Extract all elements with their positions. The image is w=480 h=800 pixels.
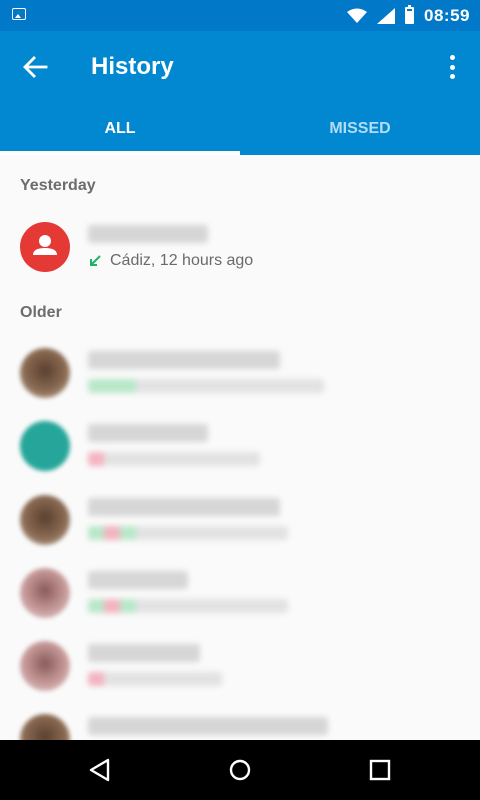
page-title: History <box>91 53 174 80</box>
section-header-yesterday: Yesterday <box>20 177 96 194</box>
blurred-details <box>88 452 260 466</box>
blurred-number <box>88 225 208 243</box>
blurred-name <box>88 498 280 516</box>
avatar[interactable] <box>20 714 70 740</box>
avatar[interactable] <box>20 421 70 471</box>
call-row[interactable] <box>0 410 480 480</box>
wifi-icon <box>347 8 368 23</box>
home-circle-icon[interactable] <box>224 754 256 786</box>
call-row[interactable] <box>0 703 480 740</box>
tab-indicator <box>0 151 240 155</box>
tab-all[interactable]: ALL <box>0 107 240 155</box>
navigation-bar <box>0 740 480 800</box>
blurred-name <box>88 571 188 589</box>
tab-bar: ALL MISSED <box>0 107 480 155</box>
back-triangle-icon[interactable] <box>84 754 116 786</box>
avatar[interactable] <box>20 495 70 545</box>
arrow-back-icon[interactable] <box>22 55 48 79</box>
incoming-call-arrow-icon <box>90 255 101 266</box>
clock: 08:59 <box>424 5 470 25</box>
blurred-number <box>88 424 208 442</box>
call-row[interactable] <box>0 337 480 407</box>
blurred-details <box>88 672 222 686</box>
call-row[interactable]: Cádiz, 12 hours ago <box>0 211 480 281</box>
battery-icon <box>405 5 415 24</box>
blurred-name <box>88 351 280 369</box>
signal-icon <box>377 7 396 24</box>
recents-square-icon[interactable] <box>364 754 396 786</box>
status-bar: 08:59 <box>0 0 480 31</box>
avatar[interactable] <box>20 641 70 691</box>
avatar[interactable] <box>20 222 70 272</box>
section-header-older: Older <box>20 304 62 321</box>
call-details: Cádiz, 12 hours ago <box>88 252 253 270</box>
call-row[interactable] <box>0 630 480 700</box>
status-icons: 08:59 <box>347 0 470 31</box>
avatar[interactable] <box>20 568 70 618</box>
tab-all-label: ALL <box>104 120 136 137</box>
blurred-details <box>88 379 324 393</box>
call-row[interactable] <box>0 484 480 554</box>
avatar[interactable] <box>20 348 70 398</box>
tab-missed-label: MISSED <box>329 120 391 137</box>
more-vert-icon[interactable] <box>446 55 458 79</box>
blurred-details <box>88 526 288 540</box>
call-row[interactable] <box>0 557 480 627</box>
blurred-name <box>88 717 328 735</box>
app-bar: History ALL MISSED <box>0 31 480 155</box>
image-icon <box>12 8 26 20</box>
blurred-details <box>88 599 288 613</box>
call-location-time: Cádiz, 12 hours ago <box>110 252 254 269</box>
person-icon <box>33 235 57 255</box>
blurred-name <box>88 644 200 662</box>
tab-missed[interactable]: MISSED <box>240 107 480 155</box>
